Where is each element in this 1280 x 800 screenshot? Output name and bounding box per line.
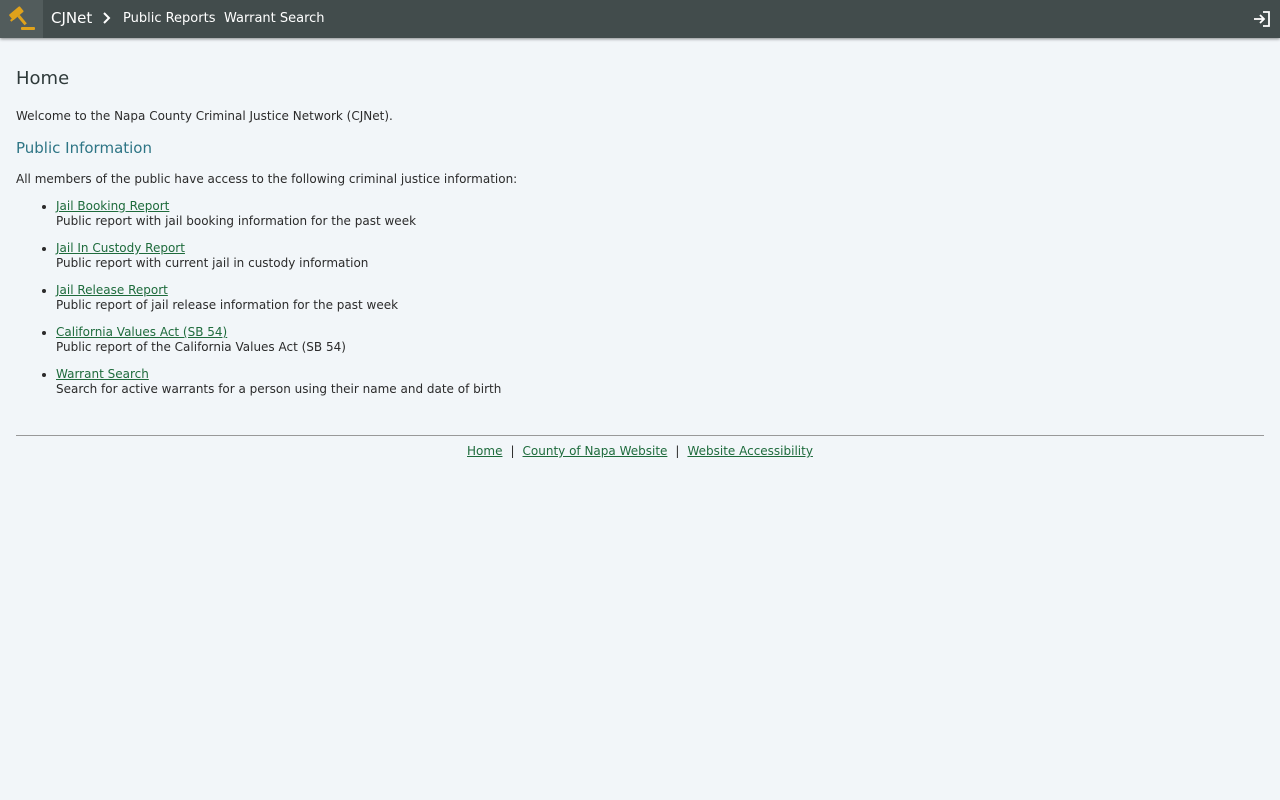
jail-booking-report-link[interactable]: Jail Booking Report [56,199,169,213]
footer-divider [16,435,1264,436]
list-item: Jail In Custody Report Public report wit… [56,241,501,271]
jail-release-report-link[interactable]: Jail Release Report [56,283,168,297]
nav-public-reports[interactable]: Public Reports [123,11,215,26]
item-description: Public report of jail release informatio… [56,298,399,312]
item-description: Public report with jail booking informat… [56,214,417,228]
item-description: Search for active warrants for a person … [56,382,502,396]
page-title: Home [16,68,70,89]
list-item: Warrant Search Search for active warrant… [56,367,501,397]
sign-in-icon[interactable] [1252,9,1272,29]
footer-home-link[interactable]: Home [467,444,502,458]
jail-in-custody-report-link[interactable]: Jail In Custody Report [56,241,185,255]
list-item: Jail Release Report Public report of jai… [56,283,501,313]
welcome-text: Welcome to the Napa County Criminal Just… [16,109,393,123]
footer: Home | County of Napa Website | Website Acce… [16,444,1264,459]
section-title: Public Information [16,139,152,157]
footer-separator: | [510,444,515,458]
footer-accessibility-link[interactable]: Website Accessibility [687,444,813,458]
list-item: Jail Booking Report Public report with j… [56,199,501,229]
brand-name[interactable]: CJNet [51,9,92,27]
public-info-list: Jail Booking Report Public report with j… [16,199,501,409]
footer-county-website-link[interactable]: County of Napa Website [523,444,668,458]
footer-separator: | [675,444,680,458]
logo[interactable] [0,0,43,38]
item-description: Public report with current jail in custo… [56,256,369,270]
intro-text: All members of the public have access to… [16,172,518,186]
warrant-search-link[interactable]: Warrant Search [56,367,149,381]
gavel-icon [9,6,35,30]
nav-warrant-search[interactable]: Warrant Search [224,11,325,26]
item-description: Public report of the California Values A… [56,340,346,354]
list-item: California Values Act (SB 54) Public rep… [56,325,501,355]
chevron-right-icon [103,12,111,24]
california-values-act-link[interactable]: California Values Act (SB 54) [56,325,227,339]
top-navigation-bar: CJNet Public Reports Warrant Search [0,0,1280,38]
